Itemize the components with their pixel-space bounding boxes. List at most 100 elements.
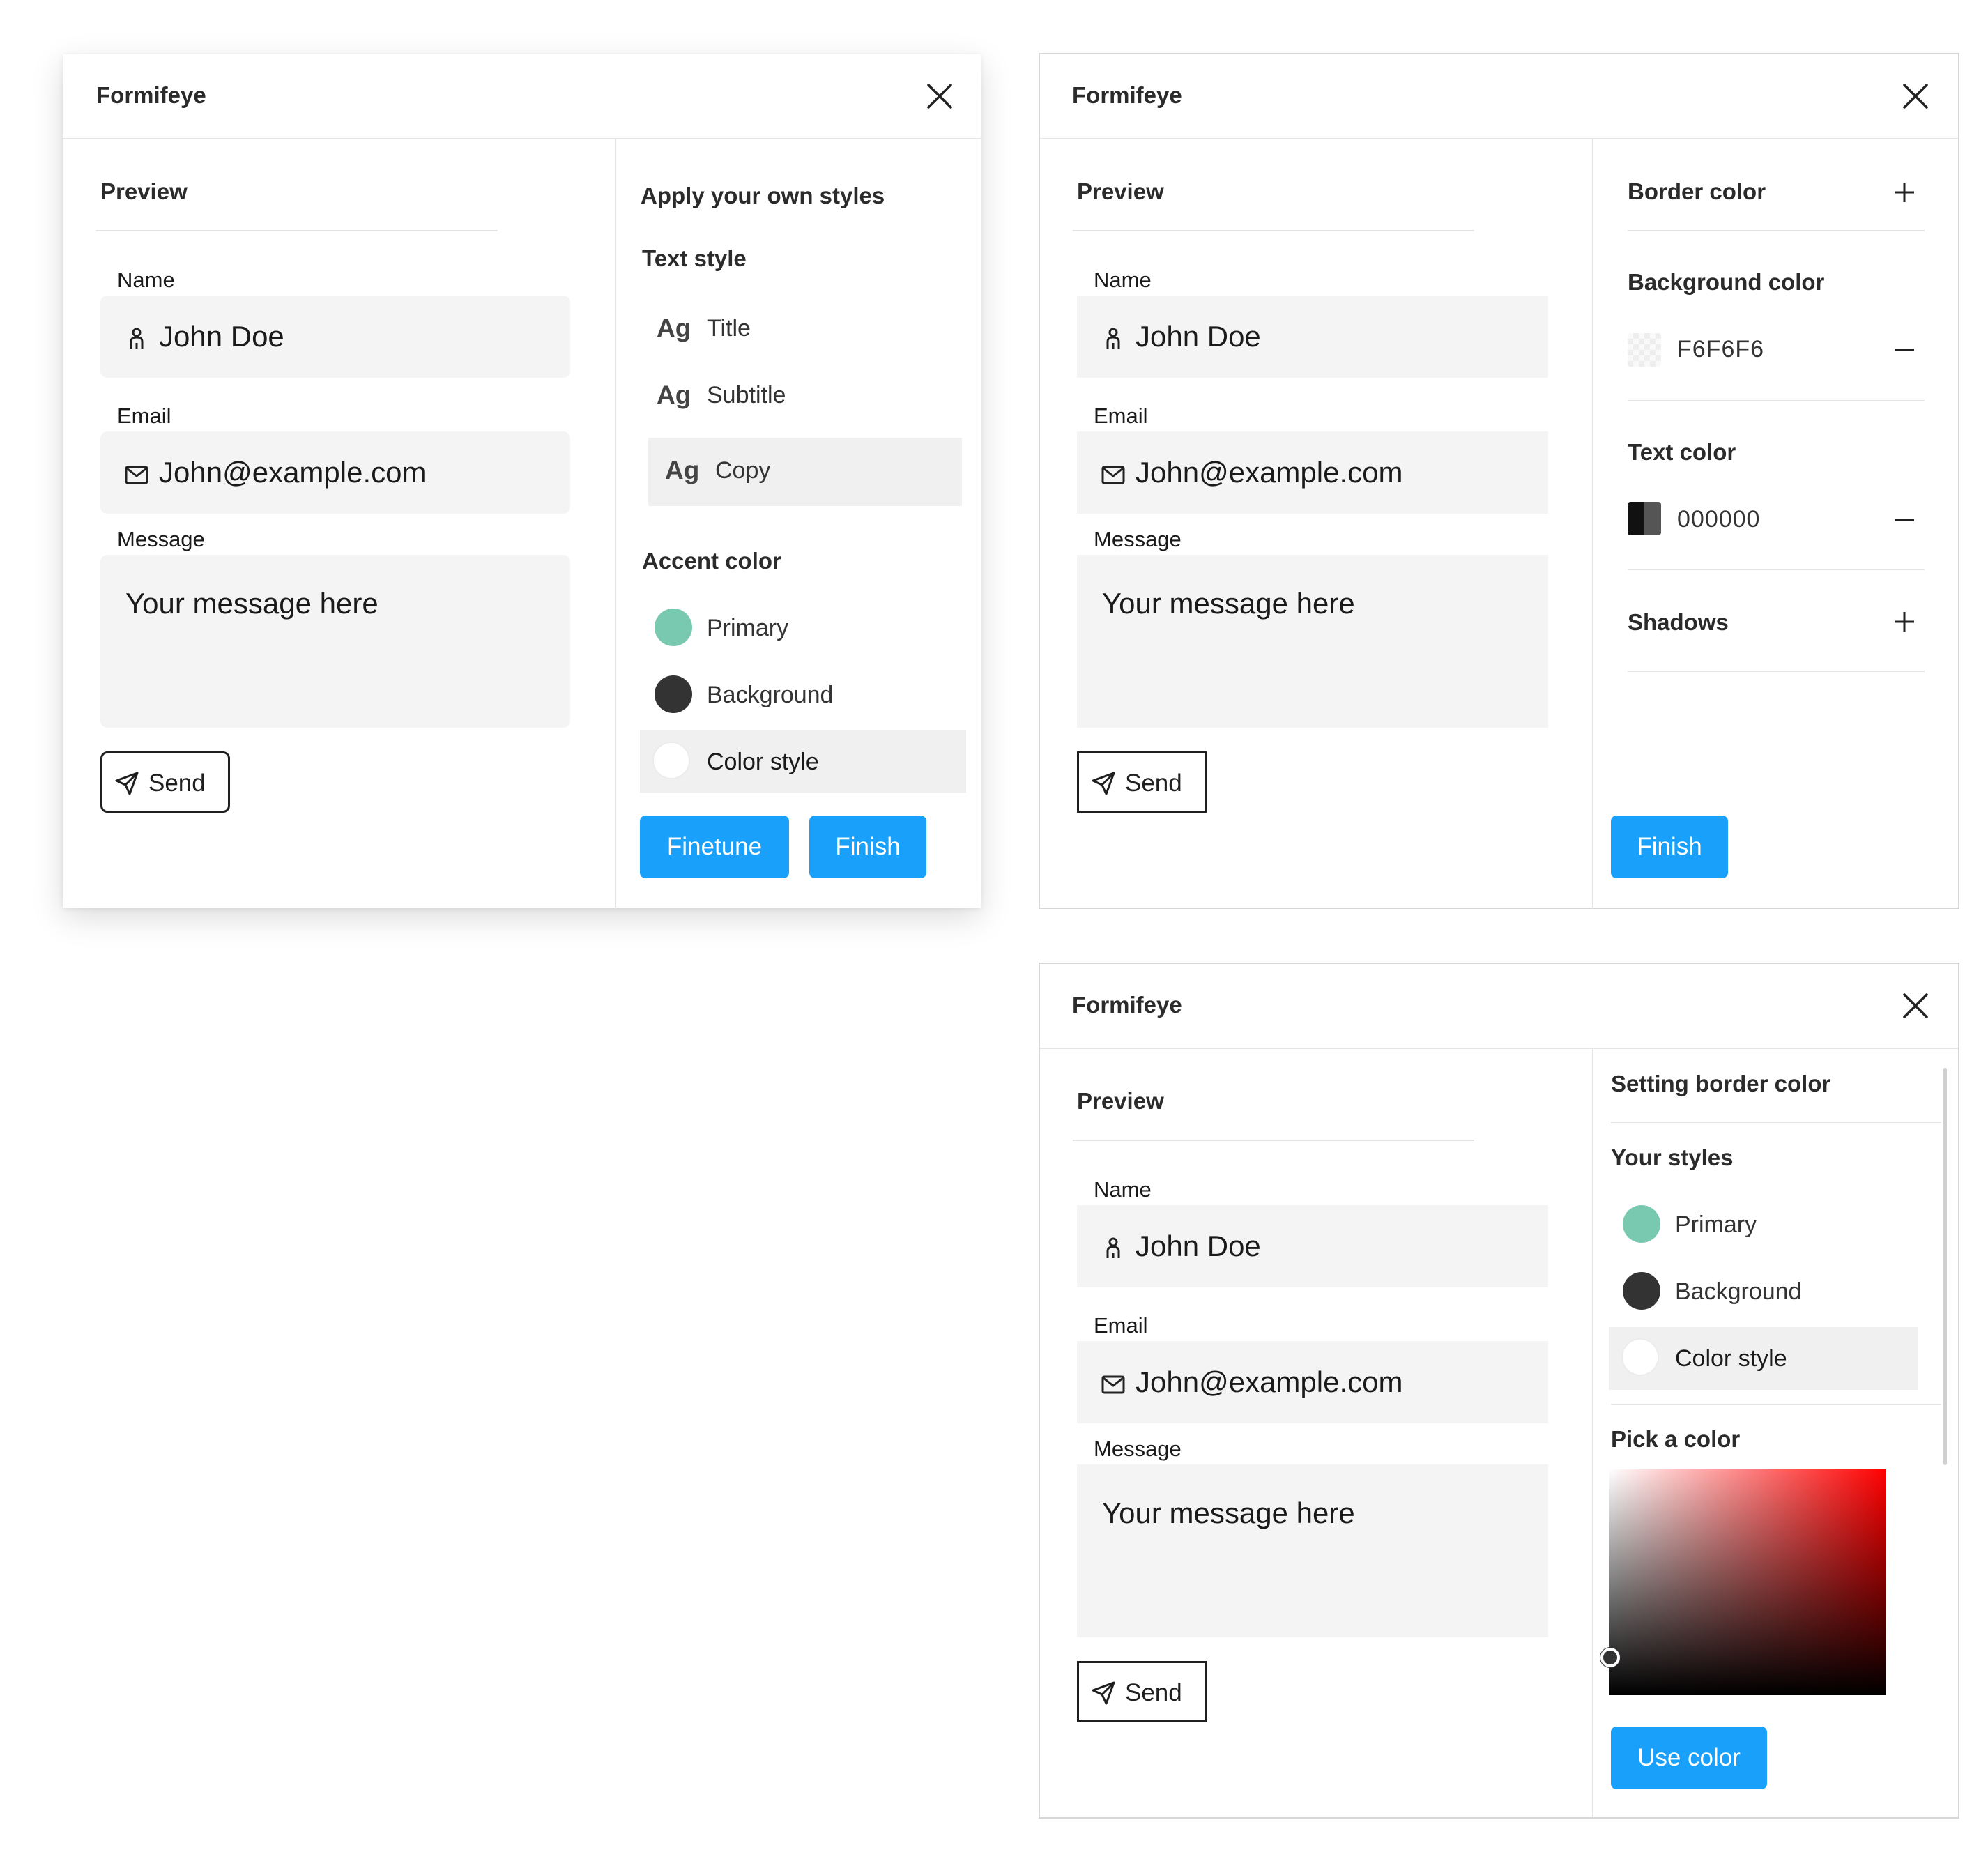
send-label: Send [148,770,206,797]
text-style-label: Subtitle [707,382,786,408]
send-icon [114,770,140,797]
use-color-button[interactable]: Use color [1611,1727,1767,1789]
message-label: Message [1094,1437,1182,1461]
window-title: Formifeye [1072,82,1182,108]
preview-divider [1073,1140,1474,1141]
apply-styles-heading: Apply your own styles [641,183,885,208]
email-field[interactable]: John@example.com [1077,431,1548,514]
minus-icon[interactable] [1890,506,1918,534]
text-hex-value[interactable]: 000000 [1677,506,1760,533]
your-styles-heading: Your styles [1611,1145,1734,1170]
section-divider [1611,1404,1941,1405]
panel-scrollbar[interactable] [1943,1068,1947,1465]
name-value: John Doe [1136,1230,1261,1262]
background-hex-value[interactable]: F6F6F6 [1677,336,1764,363]
section-divider [1628,569,1925,570]
panel-divider [1592,139,1593,908]
style-label: Color style [1675,1345,1787,1372]
preview-heading: Preview [100,178,188,204]
window-title: Formifeye [96,82,206,108]
primary-swatch [1623,1205,1660,1243]
section-divider [1611,1122,1941,1123]
ag-sample: Ag [657,381,691,409]
name-field[interactable]: John Doe [1077,296,1548,378]
setting-border-color-heading: Setting border color [1611,1071,1831,1096]
panel-divider [615,139,616,908]
send-label: Send [1125,770,1182,797]
color-picker-handle[interactable] [1600,1648,1620,1667]
color-picker-area[interactable] [1609,1469,1886,1695]
style-label: Primary [1675,1211,1757,1238]
email-value: John@example.com [1136,1365,1403,1398]
email-field[interactable]: John@example.com [1077,1341,1548,1423]
message-field[interactable]: Your message here [1077,1464,1548,1637]
section-divider [1628,230,1925,231]
close-icon [1903,993,1928,1018]
pick-color-heading: Pick a color [1611,1426,1741,1452]
name-value: John Doe [159,320,284,353]
text-color-heading: Text color [1628,439,1736,465]
accent-item-color-style[interactable]: Color style [640,730,966,793]
close-icon [1903,84,1928,109]
email-value: John@example.com [1136,456,1403,489]
name-label: Name [1094,1177,1152,1202]
message-value: Your message here [125,587,379,620]
background-color-swatch[interactable] [1628,333,1661,367]
email-label: Email [1094,404,1148,428]
text-style-item-copy[interactable]: Ag Copy [648,438,962,506]
window-titlebar: Formifeye [63,54,981,139]
text-color-swatch[interactable] [1628,502,1661,535]
user-icon [1099,325,1127,353]
section-divider [1628,400,1925,401]
user-icon [1099,1234,1127,1262]
close-button[interactable] [922,78,958,114]
finish-button[interactable]: Finish [809,816,926,878]
accent-label: Color style [707,749,819,775]
send-button[interactable]: Send [100,751,230,813]
accent-label: Primary [707,615,789,641]
send-icon [1090,770,1117,797]
border-color-heading: Border color [1628,178,1766,204]
plus-icon[interactable] [1890,178,1918,206]
ag-sample: Ag [657,314,691,342]
name-label: Name [117,268,175,292]
window-titlebar: Formifeye [1040,964,1958,1049]
section-divider [1628,671,1925,672]
preview-divider [96,230,498,231]
name-value: John Doe [1136,320,1261,353]
preview-divider [1073,230,1474,231]
user-icon [123,325,151,353]
style-item-color-style[interactable]: Color style [1609,1327,1918,1390]
accent-label: Background [707,682,834,708]
style-label: Background [1675,1278,1802,1305]
mail-icon [1099,461,1127,489]
background-swatch [1623,1272,1660,1310]
message-field[interactable]: Your message here [100,555,570,728]
plus-icon[interactable] [1890,608,1918,636]
email-label: Email [1094,1313,1148,1338]
finish-button[interactable]: Finish [1611,816,1728,878]
empty-swatch [652,742,690,779]
preview-heading: Preview [1077,1088,1164,1114]
text-style-label: Copy [715,457,771,484]
name-label: Name [1094,268,1152,292]
close-button[interactable] [1897,78,1934,114]
finetune-button[interactable]: Finetune [640,816,789,878]
email-field[interactable]: John@example.com [100,431,570,514]
name-field[interactable]: John Doe [1077,1205,1548,1287]
send-button[interactable]: Send [1077,1661,1207,1722]
window-titlebar: Formifeye [1040,54,1958,139]
send-button[interactable]: Send [1077,751,1207,813]
minus-icon[interactable] [1890,336,1918,364]
email-value: John@example.com [159,456,427,489]
shadows-heading: Shadows [1628,609,1729,635]
send-label: Send [1125,1679,1182,1706]
background-color-heading: Background color [1628,269,1825,295]
message-label: Message [1094,527,1182,551]
message-label: Message [117,527,205,551]
name-field[interactable]: John Doe [100,296,570,378]
close-button[interactable] [1897,988,1934,1024]
message-field[interactable]: Your message here [1077,555,1548,728]
window-title: Formifeye [1072,992,1182,1018]
primary-swatch [655,609,692,646]
